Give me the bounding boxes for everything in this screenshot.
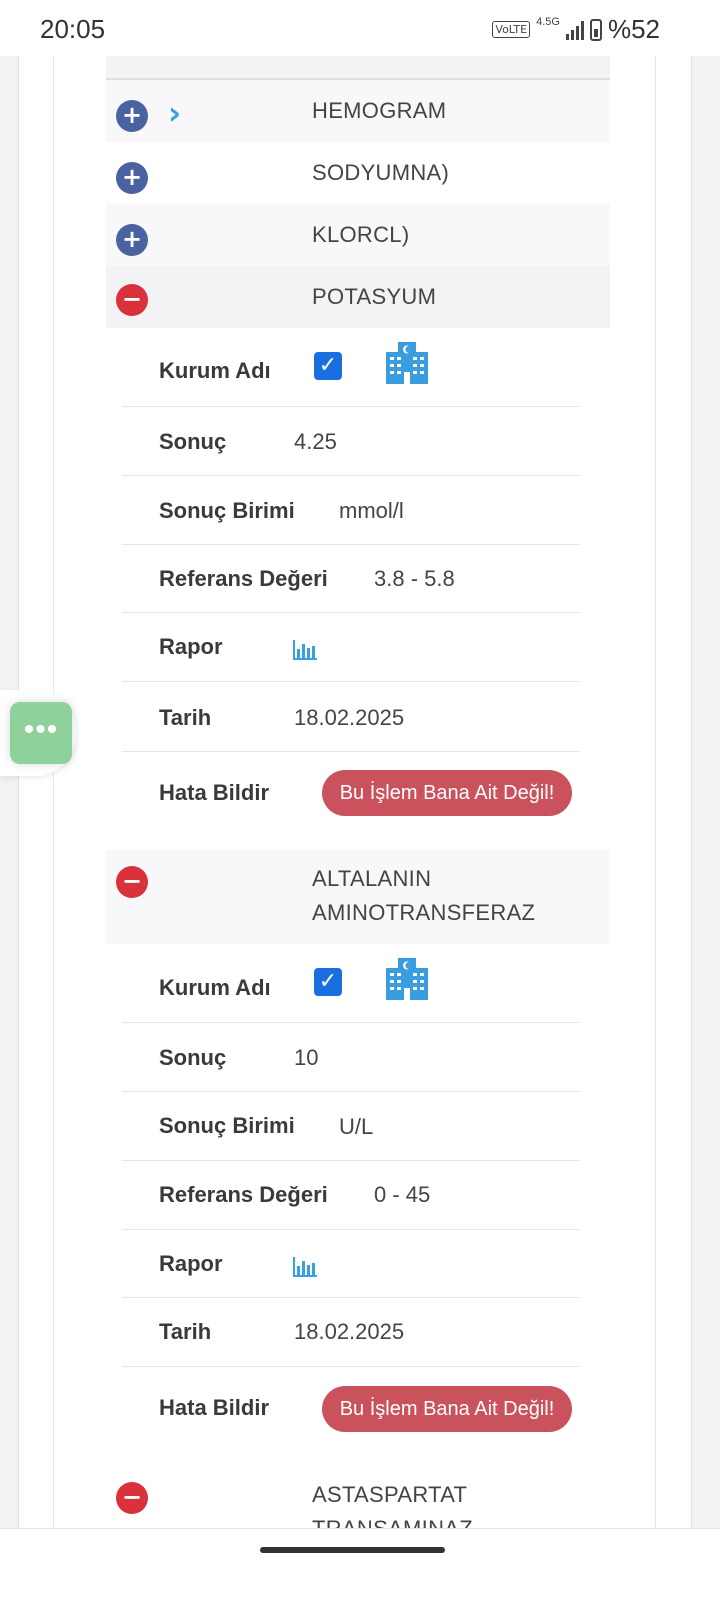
volte-icon: VoLTE <box>492 21 531 38</box>
status-bar: 20:05 VoLTE 4.5G %52 <box>0 0 720 56</box>
test-name-line1: ALTALANIN <box>312 866 432 891</box>
detail-label: Sonuç Birimi <box>159 1113 295 1138</box>
test-row-alt[interactable]: − ALTALANIN AMINOTRANSFERAZ <box>106 850 610 944</box>
detail-label: Rapor <box>159 1251 223 1276</box>
detail-label: Referans Değeri <box>159 1182 328 1207</box>
detail-label: Tarih <box>159 1319 212 1344</box>
detail-date: Tarih 18.02.2025 <box>122 1297 580 1367</box>
status-time: 20:05 <box>40 14 106 44</box>
battery-level: %52 <box>607 14 660 44</box>
status-indicators: VoLTE 4.5G %52 <box>492 14 660 45</box>
battery-icon <box>589 18 602 41</box>
test-row-ast[interactable]: − ASTASPARTAT TRANSAMINAZ <box>106 1466 610 1528</box>
result-value: 4.25 <box>294 429 337 454</box>
collapse-button[interactable]: − <box>116 284 148 316</box>
test-row-hemogram[interactable]: + › HEMOGRAM <box>106 80 610 142</box>
test-name: SODYUMNA) <box>312 160 450 185</box>
date-value: 18.02.2025 <box>294 1319 405 1344</box>
network-type: 4.5G <box>536 15 560 28</box>
detail-label: Kurum Adı <box>159 975 271 1000</box>
result-value: 10 <box>294 1045 319 1070</box>
detail-reference: Referans Değeri 0 - 45 <box>122 1160 580 1230</box>
signal-icon <box>565 20 584 40</box>
detail-result: Sonuç 4.25 <box>122 406 580 476</box>
checkmark-icon[interactable]: ✓ <box>314 968 342 996</box>
navigation-bar <box>0 1528 720 1601</box>
test-row-klor[interactable]: + KLORCL) <box>106 204 610 266</box>
reference-value: 3.8 - 5.8 <box>374 566 455 591</box>
expand-button[interactable]: + <box>116 224 148 256</box>
reference-value: 0 - 45 <box>374 1182 431 1207</box>
unit-value: mmol/l <box>339 498 404 523</box>
more-horizontal-icon[interactable]: ••• <box>10 702 72 764</box>
detail-unit: Sonuç Birimi mmol/l <box>122 475 580 545</box>
bar-chart-icon[interactable] <box>292 1255 318 1277</box>
detail-label: Hata Bildir <box>159 780 270 805</box>
expand-button[interactable]: + <box>116 100 148 132</box>
detail-label: Sonuç <box>159 429 227 454</box>
date-value: 18.02.2025 <box>294 705 405 730</box>
test-name: POTASYUM <box>312 284 437 309</box>
test-name: KLORCL) <box>312 222 410 247</box>
collapse-button[interactable]: − <box>116 1482 148 1514</box>
detail-label: Sonuç Birimi <box>159 498 295 523</box>
not-mine-button[interactable]: Bu İşlem Bana Ait Değil! <box>322 770 572 816</box>
detail-reference: Referans Değeri 3.8 - 5.8 <box>122 544 580 613</box>
hospital-icon[interactable] <box>384 956 430 1002</box>
unit-value: U/L <box>339 1114 374 1139</box>
table-header-strip <box>106 56 610 80</box>
detail-date: Tarih 18.02.2025 <box>122 681 580 752</box>
chevron-right-icon[interactable]: › <box>168 94 181 132</box>
detail-institution: Kurum Adı ✓ <box>122 336 580 407</box>
not-mine-button[interactable]: Bu İşlem Bana Ait Değil! <box>322 1386 572 1432</box>
checkmark-icon[interactable]: ✓ <box>314 352 342 380</box>
test-name-line2: AMINOTRANSFERAZ <box>312 900 536 925</box>
test-name-line1: ASTASPARTAT <box>312 1482 468 1507</box>
detail-label: Referans Değeri <box>159 566 328 591</box>
home-gesture-handle[interactable] <box>260 1547 445 1553</box>
detail-label: Hata Bildir <box>159 1395 270 1420</box>
expand-button[interactable]: + <box>116 162 148 194</box>
test-name: ALTALANIN AMINOTRANSFERAZ <box>312 862 535 930</box>
detail-result: Sonuç 10 <box>122 1022 580 1092</box>
test-name-line2: TRANSAMINAZ <box>312 1512 473 1528</box>
detail-label: Rapor <box>159 634 223 659</box>
detail-label: Sonuç <box>159 1045 227 1070</box>
hospital-icon[interactable] <box>384 340 430 386</box>
test-name: ASTASPARTAT TRANSAMINAZ <box>312 1478 473 1528</box>
detail-report: Rapor <box>122 1229 580 1298</box>
detail-unit: Sonuç Birimi U/L <box>122 1091 580 1161</box>
bar-chart-icon[interactable] <box>292 638 318 660</box>
test-row-sodyum[interactable]: + SODYUMNA) <box>106 142 610 204</box>
test-row-potasyum[interactable]: − POTASYUM <box>106 266 610 328</box>
detail-report: Rapor <box>122 612 580 682</box>
detail-label: Kurum Adı <box>159 358 271 383</box>
test-name: HEMOGRAM <box>312 98 447 123</box>
detail-report-error: Hata Bildir Bu İşlem Bana Ait Değil! <box>122 751 580 843</box>
detail-report-error: Hata Bildir Bu İşlem Bana Ait Değil! <box>122 1366 580 1458</box>
detail-institution: Kurum Adı ✓ <box>122 952 580 1023</box>
collapse-button[interactable]: − <box>116 866 148 898</box>
detail-label: Tarih <box>159 705 212 730</box>
